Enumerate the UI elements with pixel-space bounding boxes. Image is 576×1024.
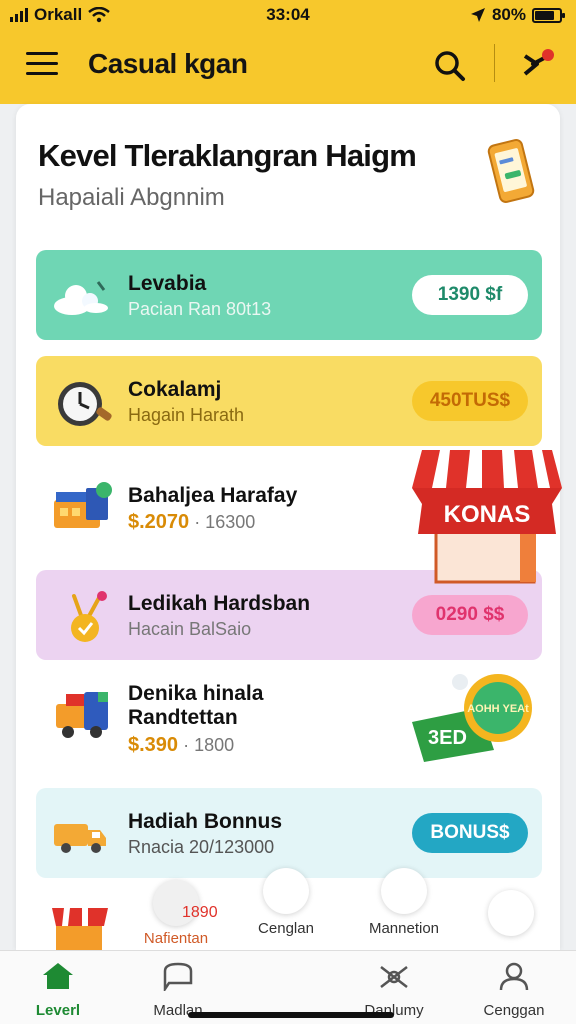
price-pill-button[interactable]: 1390 $f <box>412 275 528 315</box>
gift-icon <box>380 966 408 988</box>
battery-percent: 80% <box>491 5 526 24</box>
coin-text: AOHH YEAt <box>467 703 529 715</box>
page-subtitle: Hapaiali Abgnnim <box>38 184 225 211</box>
dock-item-label: Nafientan <box>143 930 209 947</box>
user-icon <box>499 962 529 991</box>
row-title: Cokalamj <box>128 378 222 401</box>
list-item-cokalamj[interactable]: Cokalamj Hagain Harath 450TUS$ <box>36 356 542 446</box>
nav-item-home[interactable]: Leverl <box>8 961 108 1019</box>
row-subtitle: Hagain Harath <box>128 405 245 425</box>
share-icon[interactable] <box>520 46 556 82</box>
row-title: Levabia <box>128 272 207 295</box>
square-icon <box>488 890 534 936</box>
list-item-levabia[interactable]: Levabia Pacian Ran 80t13 1390 $f <box>36 250 542 340</box>
chat-icon <box>163 962 193 994</box>
row-price: $.390 · 1800 <box>128 734 234 757</box>
status-bar: Orkall 33:04 80% <box>0 0 576 30</box>
row-title: Hadiah Bonnus <box>128 810 283 833</box>
bonus-button[interactable]: BONUS$ <box>412 813 528 853</box>
truck-icon <box>56 692 108 738</box>
phone-illustration-icon <box>487 139 535 203</box>
nav-item-gift[interactable]: Danlumy <box>344 961 444 1019</box>
row-subtitle: Pacian Ran 80t13 <box>128 299 272 319</box>
app-title: Casual kgan <box>88 48 248 79</box>
list-item-hadiah-bonus[interactable]: Hadiah Bonnus Rnacia 20/123000 BONUS$ <box>36 788 542 878</box>
price-current: $.390 <box>128 734 179 756</box>
nav-label: Cenggan <box>483 1002 545 1019</box>
row-title: Bahaljea Harafay <box>128 484 298 507</box>
menu-button[interactable] <box>26 52 58 78</box>
coin-tag-icon: 3ED AOHH YEAt <box>412 674 532 762</box>
home-icon <box>43 963 73 989</box>
dock-item-label: Mannetion <box>368 920 440 937</box>
search-icon[interactable] <box>432 48 468 84</box>
nav-item-profile[interactable]: Cenggan <box>464 961 564 1019</box>
delivery-truck-icon <box>54 824 106 853</box>
row-title-line-2: Randtettan <box>128 706 238 729</box>
battery-icon <box>532 7 565 23</box>
dock-item-profile[interactable]: 1890 Nafientan <box>126 880 226 947</box>
shop-badge-label: KONAS <box>444 501 531 528</box>
price-pill-button[interactable]: 450TUS$ <box>412 381 528 421</box>
dock-item-value: 1890 <box>182 904 218 921</box>
flower-icon <box>263 868 309 914</box>
cloud-icon <box>54 281 108 315</box>
price-original: · 16300 <box>194 512 256 532</box>
row-price: $.2070 · 16300 <box>128 511 255 534</box>
shop-badge-icon: KONAS <box>412 450 562 584</box>
dock-item-cenglan[interactable]: Cenglan <box>236 868 336 937</box>
store-icon <box>52 908 108 950</box>
row-title: Ledikah Hardsban <box>128 592 311 615</box>
price-pill-button[interactable]: 0290 $$ <box>412 595 528 635</box>
nav-item-chat[interactable]: Madlan <box>128 961 228 1019</box>
price-current: $.2070 <box>128 511 190 533</box>
nav-label: Leverl <box>35 1002 81 1019</box>
medal-icon <box>71 591 107 642</box>
header-divider <box>494 44 495 82</box>
coin-tag-value: 3ED <box>428 727 467 749</box>
dock-item-label: Cenglan <box>258 920 314 937</box>
dock-item-more[interactable] <box>488 890 534 936</box>
row-subtitle: Rnacia 20/123000 <box>128 837 275 857</box>
row-subtitle: Hacain BalSaio <box>128 619 252 639</box>
page-title: Kevel Tleraklangran Haigm <box>38 138 417 173</box>
clock-icon <box>58 382 112 426</box>
row-title: Denika hinala <box>128 682 264 705</box>
app-header: Casual kgan <box>0 30 576 104</box>
dock-item-mannetion[interactable]: Mannetion <box>354 868 454 937</box>
edit-icon <box>381 868 427 914</box>
price-original: · 1800 <box>183 735 235 755</box>
basket-icon <box>54 482 112 528</box>
location-arrow-icon <box>470 8 485 22</box>
home-indicator <box>188 1012 394 1018</box>
